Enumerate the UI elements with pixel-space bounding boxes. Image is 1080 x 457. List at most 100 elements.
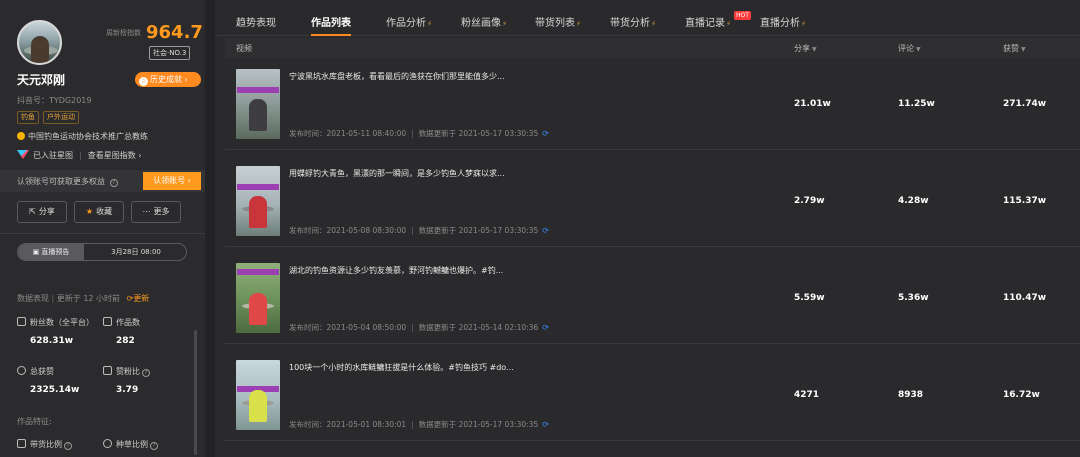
- verified-icon: [17, 132, 25, 140]
- profile-sidebar: 周新榜指数 964.7 社会·NO.3 天元邓刚 ☆ 历史成就 › 抖音号：TYD…: [0, 0, 205, 457]
- video-thumbnail[interactable]: [236, 69, 280, 139]
- likes-count: 16.72w: [1003, 390, 1040, 400]
- fans-icon: [17, 317, 26, 326]
- likes-value: 2325.14w: [30, 385, 80, 395]
- claim-bar: 认领账号可获取更多权益 ? 认领账号 ›: [0, 170, 205, 192]
- video-title[interactable]: 100块一个小时的水库鲢鳙狂拔是什么体验。#钓鱼技巧 #do...: [289, 362, 514, 373]
- help-icon: ?: [142, 369, 150, 377]
- rank-badge: 社会·NO.3: [149, 46, 191, 60]
- likes-label: 总获赞: [17, 366, 54, 377]
- help-icon: ?: [150, 442, 158, 450]
- share-count: 21.01w: [794, 99, 831, 109]
- tag-outdoor: 户外运动: [43, 111, 79, 124]
- grass-ratio-label: 种草比例?: [103, 439, 158, 450]
- col-comment[interactable]: 评论 ▼: [898, 43, 921, 54]
- tab-goods-list[interactable]: 带货列表⚡: [535, 14, 581, 29]
- claim-account-button[interactable]: 认领账号 ›: [143, 172, 201, 190]
- avatar[interactable]: [17, 20, 62, 65]
- star-map-icon: [17, 150, 29, 159]
- works-label: 作品数: [103, 317, 140, 328]
- star-map-info: 已入驻星图 | 查看星图指数 ›: [17, 150, 141, 161]
- col-likes[interactable]: 获赞 ▼: [1003, 43, 1026, 54]
- heart-icon: [17, 366, 26, 375]
- share-button[interactable]: ⇱ 分享: [17, 201, 67, 223]
- play-icon: [103, 317, 112, 326]
- more-icon: ⋯: [142, 207, 151, 216]
- col-video: 视频: [236, 44, 252, 53]
- table-row[interactable]: 湖北的钓鱼资源让多少钓友羡慕，野河钓鳡鳙也爆护。#钓... 发布时间：2021-…: [225, 254, 1080, 344]
- heart-icon: [103, 439, 112, 448]
- tab-bar: 趋势表现 作品列表 作品分析⚡ 粉丝画像⚡ 带货列表⚡ 带货分析⚡ 直播记录⚡ …: [215, 6, 1080, 36]
- vip-icon: ⚡: [801, 20, 806, 28]
- history-achievements-button[interactable]: ☆ 历史成就 ›: [135, 72, 201, 87]
- history-button-label: 历史成就: [150, 75, 182, 84]
- tab-goods-analysis[interactable]: 带货分析⚡: [610, 14, 656, 29]
- tab-live-analysis[interactable]: 直播分析⚡: [760, 14, 806, 29]
- fans-label: 粉丝数（全平台）: [17, 317, 94, 328]
- video-title[interactable]: 用蝶蜉钓大青鱼，黑漂的那一瞬间，是多少钓鱼人梦寐以求...: [289, 168, 505, 179]
- video-thumbnail[interactable]: [236, 166, 280, 236]
- sort-icon: ▼: [812, 46, 817, 53]
- col-share[interactable]: 分享 ▼: [794, 43, 817, 54]
- tab-live-records[interactable]: 直播记录⚡: [685, 14, 731, 29]
- sync-icon: ⟳: [542, 420, 549, 429]
- video-meta: 发布时间：2021-05-08 08:30:00 | 数据更新于 2021-05-1…: [289, 226, 549, 235]
- index-label: 周新榜指数: [106, 29, 141, 37]
- divider: [0, 233, 205, 234]
- tab-works-analysis[interactable]: 作品分析⚡: [386, 14, 432, 29]
- ratio-label: 赞粉比?: [103, 366, 150, 377]
- shop-icon: [17, 439, 26, 448]
- sort-icon: ▼: [916, 46, 921, 53]
- video-meta: 发布时间：2021-05-01 08:30:01 | 数据更新于 2021-05-1…: [289, 420, 549, 429]
- vip-icon: ⚡: [576, 20, 581, 28]
- hot-badge: HOT: [734, 11, 751, 20]
- star-icon: ★: [85, 207, 94, 216]
- certification: 中国钓鱼运动协会技术推广总教练: [17, 131, 148, 142]
- table-row[interactable]: 100块一个小时的水库鲢鳙狂拔是什么体验。#钓鱼技巧 #do... 发布时间：2…: [225, 351, 1080, 441]
- likes-count: 110.47w: [1003, 293, 1047, 303]
- fans-value: 628.31w: [30, 336, 74, 346]
- ratio-value: 3.79: [116, 385, 139, 395]
- live-preview[interactable]: ▣ 直播预告 3月28日 08:00: [17, 243, 187, 261]
- vip-icon: ⚡: [651, 20, 656, 28]
- tag-fishing: 钓鱼: [17, 111, 39, 124]
- comment-count: 4.28w: [898, 196, 929, 206]
- star-index-link[interactable]: 查看星图指数: [88, 151, 136, 160]
- video-thumbnail[interactable]: [236, 360, 280, 430]
- refresh-button[interactable]: ⟳更新: [127, 294, 150, 303]
- action-buttons: ⇱ 分享 ★ 收藏 ⋯ 更多: [17, 201, 181, 223]
- certification-text: 中国钓鱼运动协会技术推广总教练: [28, 132, 148, 141]
- comment-count: 11.25w: [898, 99, 935, 109]
- share-count: 4271: [794, 390, 820, 400]
- help-icon: ?: [109, 179, 118, 187]
- video-meta: 发布时间：2021-05-11 08:40:00 | 数据更新于 2021-05-1…: [289, 129, 549, 138]
- tab-works-list[interactable]: 作品列表: [311, 14, 351, 29]
- data-overview: 数据表现 | 更新于 12 小时前 ⟳更新: [17, 294, 150, 303]
- trophy-icon: ☆: [139, 77, 148, 86]
- video-title[interactable]: 湖北的钓鱼资源让多少钓友羡慕，野河钓鳡鳙也爆护。#钓...: [289, 265, 503, 276]
- features-label: 作品特征:: [17, 417, 52, 426]
- douyin-id: 抖音号：TYDG2019: [17, 96, 92, 105]
- works-value: 282: [116, 336, 135, 346]
- goods-ratio-label: 带货比例?: [17, 439, 72, 450]
- table-row[interactable]: 用蝶蜉钓大青鱼，黑漂的那一瞬间，是多少钓鱼人梦寐以求... 发布时间：2021-…: [225, 157, 1080, 247]
- tab-fans-profile[interactable]: 粉丝画像⚡: [461, 14, 507, 29]
- video-title[interactable]: 宁波黑坑水库盘老板，看看最后的渔获在你们那里能值多少...: [289, 71, 505, 82]
- index-value: 964.7: [146, 22, 203, 43]
- works-panel: 趋势表现 作品列表 作品分析⚡ 粉丝画像⚡ 带货列表⚡ 带货分析⚡ 直播记录⚡ …: [215, 0, 1080, 457]
- sync-icon: ⟳: [542, 129, 549, 138]
- collect-button[interactable]: ★ 收藏: [74, 201, 124, 223]
- video-thumbnail[interactable]: [236, 263, 280, 333]
- more-button[interactable]: ⋯ 更多: [131, 201, 181, 223]
- tag-list: 钓鱼 户外运动: [17, 111, 79, 124]
- sync-icon: ⟳: [542, 323, 549, 332]
- table-row[interactable]: 宁波黑坑水库盘老板，看看最后的渔获在你们那里能值多少... 发布时间：2021-…: [225, 60, 1080, 150]
- sidebar-scrollbar[interactable]: [194, 330, 197, 455]
- vip-icon: ⚡: [427, 20, 432, 28]
- vip-icon: ⚡: [726, 20, 731, 28]
- table-header: 视频 分享 ▼ 评论 ▼ 获赞 ▼: [225, 38, 1080, 58]
- tab-trend[interactable]: 趋势表现: [236, 14, 276, 29]
- account-name: 天元邓刚: [17, 73, 66, 87]
- vip-icon: ⚡: [502, 20, 507, 28]
- comment-count: 5.36w: [898, 293, 929, 303]
